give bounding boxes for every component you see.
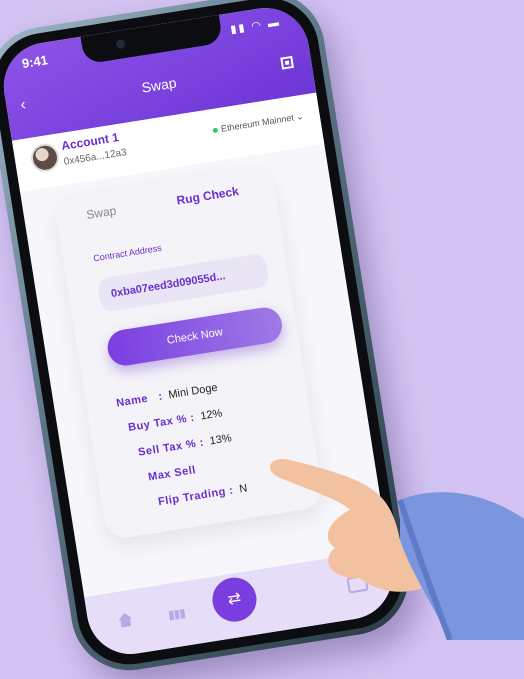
tab-bar: Swap Rug Check bbox=[56, 178, 276, 232]
tab-rug-check[interactable]: Rug Check bbox=[176, 184, 240, 208]
chevron-down-icon: ⌄ bbox=[295, 110, 305, 122]
detail-row: Flip Trading :N bbox=[157, 482, 249, 509]
detail-key: Buy Tax % bbox=[127, 412, 188, 435]
qr-icon[interactable] bbox=[280, 55, 294, 70]
detail-row: Sell Tax % :13% bbox=[137, 432, 233, 459]
detail-key: Name bbox=[115, 392, 149, 410]
tab-swap[interactable]: Swap bbox=[85, 203, 117, 222]
camera-icon bbox=[115, 38, 126, 50]
chart-icon[interactable]: ▮▮▮ bbox=[167, 606, 186, 622]
pointing-hand-illustration bbox=[269, 459, 524, 640]
detail-value: 12% bbox=[199, 407, 224, 423]
status-time: 9:41 bbox=[20, 52, 49, 72]
avatar[interactable] bbox=[29, 141, 62, 174]
network-selector[interactable]: Ethereum Mainnet ⌄ bbox=[212, 111, 304, 136]
contract-address-input[interactable]: 0xba07eed3d09055d... bbox=[96, 252, 270, 313]
detail-value: N bbox=[238, 482, 249, 496]
detail-row: Name : Mini Doge bbox=[115, 381, 219, 410]
detail-key: Max Sell bbox=[147, 464, 197, 484]
detail-row: Max Sell bbox=[147, 463, 202, 483]
detail-value: 13% bbox=[208, 432, 233, 448]
network-label: Ethereum Mainnet bbox=[220, 112, 295, 134]
detail-value: Mini Doge bbox=[167, 381, 219, 402]
detail-value bbox=[201, 463, 203, 475]
detail-row: Buy Tax % :12% bbox=[127, 407, 224, 435]
contract-address-label: Contract Address bbox=[92, 242, 163, 264]
network-status-dot bbox=[212, 127, 219, 134]
signal-wifi-battery-icon: ▮▮ ◠ ▬ bbox=[229, 16, 282, 37]
check-now-button[interactable]: Check Now bbox=[105, 305, 285, 369]
detail-key: Flip Trading bbox=[157, 485, 227, 509]
home-icon[interactable] bbox=[117, 612, 133, 628]
detail-key: Sell Tax % bbox=[137, 437, 198, 459]
